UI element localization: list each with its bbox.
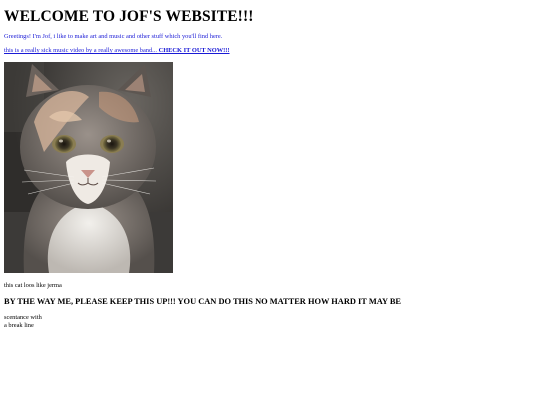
music-link-emphasis: CHECK IT OUT NOW!!! — [158, 47, 230, 54]
sentence-line-1: scentance with — [4, 314, 42, 321]
music-link-text: this is a really sick music video by a r… — [4, 47, 159, 54]
greeting-text: Greetings! I'm Jof, i like to make art a… — [4, 33, 223, 40]
music-video-link[interactable]: this is a really sick music video by a r… — [4, 47, 230, 54]
cat-caption: this cat loos like jerma — [4, 282, 62, 289]
cat-illustration — [4, 62, 173, 273]
cat-photo — [4, 62, 173, 273]
sentence-block: scentance with a break line — [4, 314, 42, 329]
sentence-line-2: a break line — [4, 321, 34, 329]
page-title: WELCOME TO JOF'S WEBSITE!!! — [4, 8, 254, 25]
motivation-heading: BY THE WAY ME, PLEASE KEEP THIS UP!!! YO… — [4, 297, 402, 306]
